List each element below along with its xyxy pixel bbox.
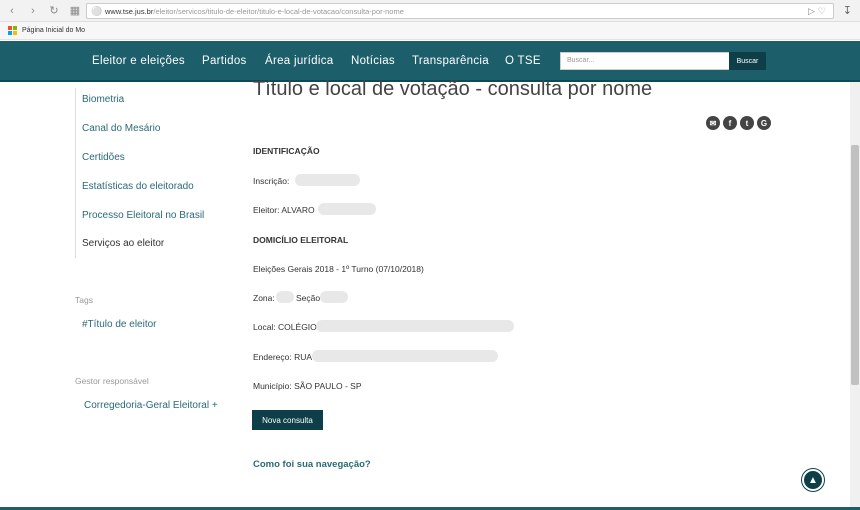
new-query-button[interactable]: Nova consulta <box>252 410 323 430</box>
redacted-secao <box>320 291 348 303</box>
zona-label: Zona: <box>253 293 275 303</box>
grid-icon[interactable]: ▦ <box>66 2 84 20</box>
search-input[interactable]: Buscar... <box>560 52 730 70</box>
endereco-label: Endereço: RUA <box>253 352 313 362</box>
sidebar-item-certidoes[interactable]: Certidões <box>82 152 125 163</box>
heart-icon[interactable]: ▷♡ <box>808 6 829 17</box>
facebook-icon[interactable]: f <box>723 116 737 130</box>
municipio-info: Município: SÃO PAULO - SP <box>253 381 362 391</box>
secao-label: Seção <box>296 293 321 303</box>
microsoft-logo-icon <box>8 26 17 35</box>
sidebar-item-biometria[interactable]: Biometria <box>82 94 124 105</box>
bookmark-item[interactable]: Página Inicial do Mo <box>22 27 85 34</box>
page-title: Título e local de votação - consulta por… <box>253 78 653 100</box>
scrollbar-thumb[interactable] <box>851 145 859 385</box>
redacted-zona <box>276 291 294 303</box>
sidebar-divider <box>75 88 76 258</box>
site-navbar: Eleitor e eleições Partidos Área jurídic… <box>0 41 860 82</box>
chevron-up-icon: ▲ <box>808 474 818 486</box>
google-plus-icon[interactable]: G <box>757 116 771 130</box>
search-button[interactable]: Buscar <box>729 52 766 70</box>
address-bar[interactable]: ⚪ www.tse.jus.br/eleitor/servicos/titulo… <box>86 3 834 19</box>
identification-heading: IDENTIFICAÇÃO <box>253 146 320 156</box>
feedback-link[interactable]: Como foi sua navegação? <box>253 459 371 470</box>
redacted-local <box>316 320 514 332</box>
twitter-icon[interactable]: t <box>740 116 754 130</box>
email-icon[interactable]: ✉ <box>706 116 720 130</box>
address-path: /eleitor/servicos/titulo-de-eleitor/titu… <box>153 6 404 16</box>
nav-noticias[interactable]: Notícias <box>351 55 395 67</box>
redacted-endereco <box>312 350 498 362</box>
sidebar-item-canal-mesario[interactable]: Canal do Mesário <box>82 123 160 134</box>
local-label: Local: COLÉGIO <box>253 322 317 332</box>
globe-icon: ⚪ <box>91 6 103 16</box>
nav-area-juridica[interactable]: Área jurídica <box>265 55 333 67</box>
sidebar-item-processo-eleitoral[interactable]: Processo Eleitoral no Brasil <box>82 210 204 221</box>
nav-o-tse[interactable]: O TSE <box>505 55 541 67</box>
scroll-top-button[interactable]: ▲ <box>802 469 824 491</box>
forward-icon[interactable]: › <box>24 2 42 20</box>
nav-transparencia[interactable]: Transparência <box>412 55 489 67</box>
tags-label: Tags <box>75 295 93 305</box>
nav-partidos[interactable]: Partidos <box>202 55 247 67</box>
redacted-eleitor <box>318 203 376 215</box>
download-icon[interactable]: ↧ <box>843 4 852 17</box>
inscricao-label: Inscrição: <box>253 176 290 186</box>
eleicoes-info: Eleições Gerais 2018 - 1º Turno (07/10/2… <box>253 264 424 274</box>
reload-icon[interactable]: ↻ <box>45 2 63 20</box>
back-icon[interactable]: ‹ <box>3 2 21 20</box>
manager-link[interactable]: Corregedoria-Geral Eleitoral + <box>84 400 218 411</box>
sidebar-item-estatisticas[interactable]: Estatísticas do eleitorado <box>82 181 194 192</box>
redacted-inscricao <box>295 174 360 186</box>
tag-titulo-eleitor[interactable]: #Título de eleitor <box>82 319 157 330</box>
eleitor-label: Eleitor: ALVARO <box>253 205 315 215</box>
sidebar-item-servicos[interactable]: Serviços ao eleitor <box>82 238 164 249</box>
address-host: www.tse.jus.br <box>105 6 154 16</box>
nav-eleitor[interactable]: Eleitor e eleições <box>92 55 185 67</box>
domicilio-heading: DOMICÍLIO ELEITORAL <box>253 235 349 245</box>
bookmarks-bar: Página Inicial do Mo <box>0 22 860 40</box>
manager-label: Gestor responsável <box>75 376 149 386</box>
